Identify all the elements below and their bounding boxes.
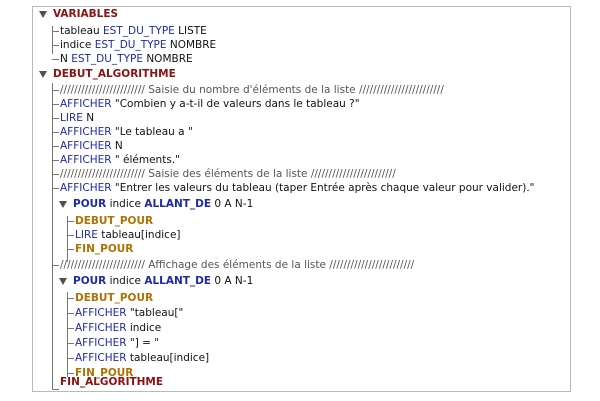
statement-line[interactable]: AFFICHER "tableau[" xyxy=(75,306,183,320)
comment-line[interactable]: //////////////////////// Saisie des élém… xyxy=(60,167,396,181)
statement-line[interactable]: AFFICHER N xyxy=(60,139,123,153)
debut-pour-line[interactable]: DEBUT_POUR xyxy=(75,291,153,305)
collapse-triangle-icon[interactable] xyxy=(39,11,47,18)
variables-label: VARIABLES xyxy=(53,8,119,20)
fin-pour-line[interactable]: FIN_POUR xyxy=(75,242,133,256)
comment-line[interactable]: //////////////////////// Saisie du nombr… xyxy=(60,83,444,97)
statement-line[interactable]: LIRE tableau[indice] xyxy=(75,228,181,242)
statement-line[interactable]: AFFICHER " éléments." xyxy=(60,153,180,167)
variable-item[interactable]: N EST_DU_TYPE NOMBRE xyxy=(60,52,193,66)
statement-line[interactable]: AFFICHER "Combien y a-t-il de valeurs da… xyxy=(60,97,360,111)
variables-node[interactable]: VARIABLES xyxy=(39,7,119,21)
tree-line xyxy=(52,45,59,46)
pour-loop-node[interactable]: POUR indice ALLANT_DE 0 A N-1 xyxy=(59,197,253,211)
fin-algorithme-line[interactable]: FIN_ALGORITHME xyxy=(60,375,163,389)
pour-loop-node[interactable]: POUR indice ALLANT_DE 0 A N-1 xyxy=(59,274,253,288)
tree-line xyxy=(52,31,59,32)
collapse-triangle-icon[interactable] xyxy=(59,278,67,285)
tree-line xyxy=(67,292,68,377)
variable-item[interactable]: tableau EST_DU_TYPE LISTE xyxy=(60,24,207,38)
tree-line xyxy=(52,83,53,390)
algorithm-tree-panel: VARIABLES tableau EST_DU_TYPE LISTE indi… xyxy=(32,6,571,392)
statement-line[interactable]: AFFICHER "Entrer les valeurs du tableau … xyxy=(60,181,535,195)
debut-pour-line[interactable]: DEBUT_POUR xyxy=(75,214,153,228)
comment-line[interactable]: //////////////////////// Affichage des é… xyxy=(60,258,414,272)
statement-line[interactable]: AFFICHER "Le tableau a " xyxy=(60,125,193,139)
statement-line[interactable]: LIRE N xyxy=(60,111,94,125)
tree-line xyxy=(67,216,68,262)
collapse-triangle-icon[interactable] xyxy=(59,201,67,208)
statement-line[interactable]: AFFICHER tableau[indice] xyxy=(75,351,209,365)
statement-line[interactable]: AFFICHER "] = " xyxy=(75,336,159,350)
debut-algorithme-node[interactable]: DEBUT_ALGORITHME xyxy=(39,67,176,81)
tree-line xyxy=(52,59,59,60)
variable-item[interactable]: indice EST_DU_TYPE NOMBRE xyxy=(60,38,216,52)
collapse-triangle-icon[interactable] xyxy=(39,71,47,78)
statement-line[interactable]: AFFICHER indice xyxy=(75,321,161,335)
